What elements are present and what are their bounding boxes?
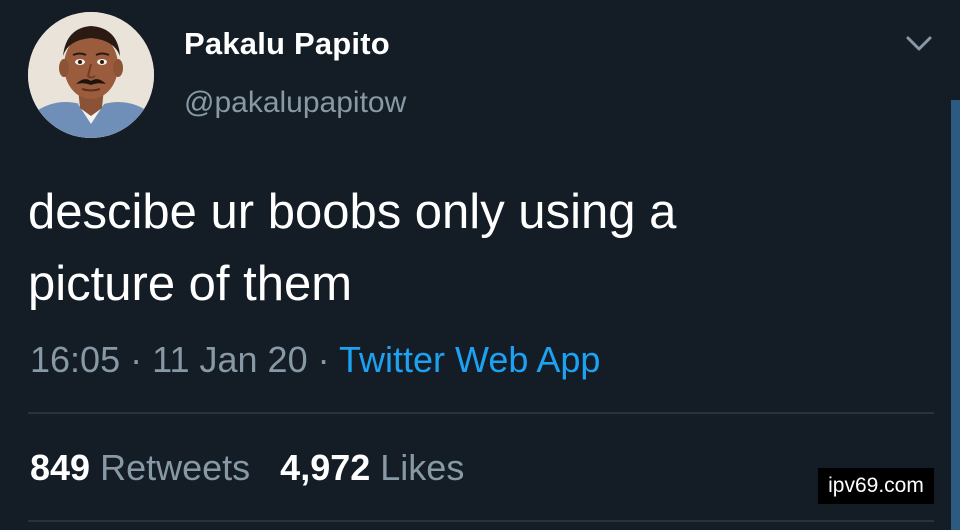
avatar[interactable]	[28, 12, 154, 138]
user-handle[interactable]: @pakalupapitow	[184, 86, 406, 120]
retweets-count: 849	[30, 447, 91, 488]
tweet-source-link[interactable]: Twitter Web App	[339, 339, 600, 380]
tweet-text-line: picture of them	[28, 257, 353, 311]
meta-separator: ·	[130, 339, 143, 380]
tweet-text: descibe ur boobs only using a picture of…	[28, 176, 908, 320]
tweet-card: Pakalu Papito @pakalupapitow descibe ur …	[0, 0, 960, 530]
watermark: ipv69.com	[818, 468, 934, 504]
chevron-down-icon[interactable]	[902, 32, 936, 56]
likes-label: Likes	[380, 447, 465, 488]
likes-count: 4,972	[280, 447, 371, 488]
avatar-portrait-icon	[28, 12, 154, 138]
tweet-meta: 16:05 · 11 Jan 20 · Twitter Web App	[30, 339, 600, 381]
divider	[28, 412, 934, 414]
retweets-stat[interactable]: 849 Retweets	[30, 447, 250, 488]
likes-stat[interactable]: 4,972 Likes	[280, 447, 464, 488]
scrollbar[interactable]	[951, 100, 960, 530]
divider	[28, 520, 934, 522]
tweet-time[interactable]: 16:05	[30, 339, 120, 380]
retweets-label: Retweets	[100, 447, 251, 488]
meta-separator: ·	[317, 339, 330, 380]
tweet-stats: 849 Retweets 4,972 Likes	[30, 447, 464, 489]
tweet-date[interactable]: 11 Jan 20	[152, 339, 307, 380]
display-name[interactable]: Pakalu Papito	[184, 26, 390, 62]
tweet-text-line: descibe ur boobs only using a	[28, 185, 677, 239]
